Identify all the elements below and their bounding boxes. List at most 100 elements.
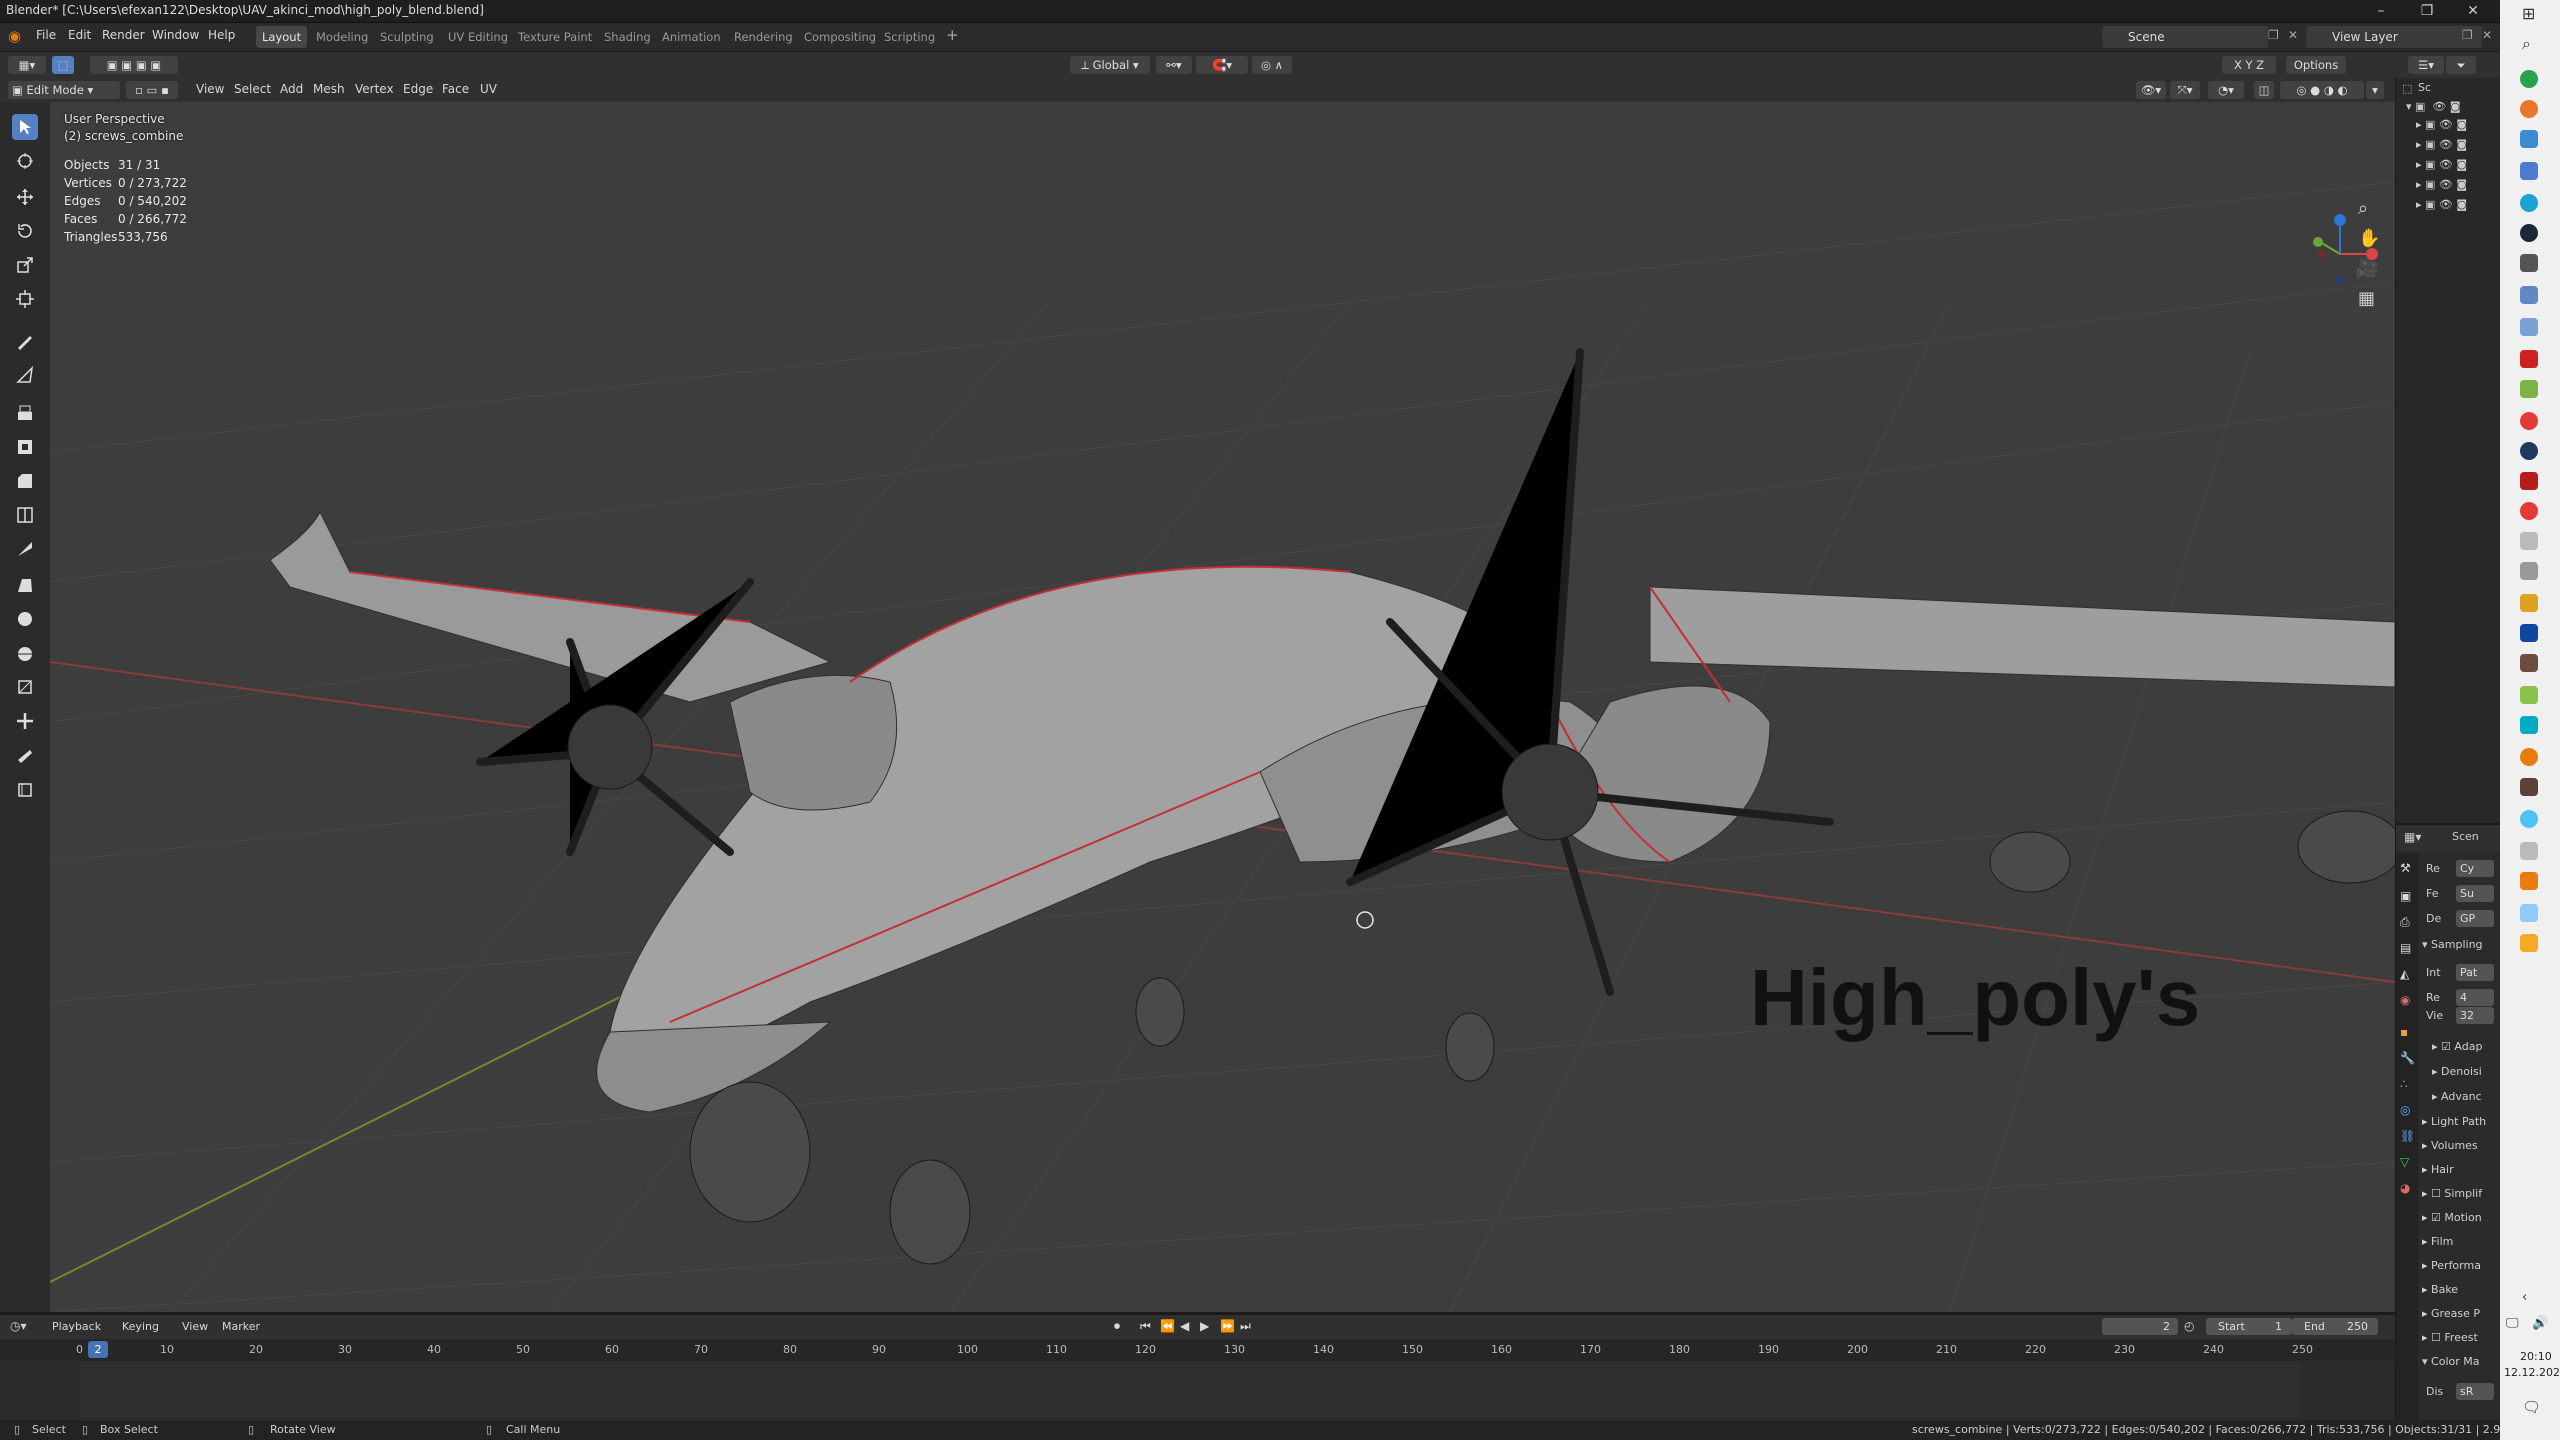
view-layer-tab-icon[interactable]: ▤ — [2400, 941, 2411, 955]
app-icon[interactable] — [2520, 254, 2538, 272]
move-tool[interactable] — [12, 184, 38, 210]
maximize-icon[interactable]: ❐ — [2404, 0, 2450, 22]
app-icon[interactable] — [2520, 872, 2538, 890]
tab-uv-editing[interactable]: UV Editing — [442, 26, 514, 48]
add-workspace-icon[interactable]: + — [946, 26, 959, 44]
device-field[interactable]: GP — [2456, 910, 2494, 927]
sampling-section[interactable]: ▾ Sampling — [2422, 938, 2500, 951]
modifier-tab-icon[interactable]: 🔧 — [2400, 1051, 2415, 1065]
render-samples-field[interactable]: 4 — [2456, 989, 2494, 1006]
motion-blur-section[interactable]: ▸ ☑ Motion — [2422, 1211, 2498, 1224]
tab-sculpting[interactable]: Sculpting — [374, 26, 440, 48]
color-management-section[interactable]: ▾ Color Ma — [2422, 1355, 2498, 1368]
bevel-tool[interactable] — [12, 468, 38, 494]
current-frame-field[interactable]: 2 — [2102, 1318, 2178, 1335]
rip-region-tool[interactable] — [12, 776, 38, 802]
scale-tool[interactable] — [12, 252, 38, 278]
bake-section[interactable]: ▸ Bake — [2422, 1283, 2498, 1296]
visibility-icon[interactable]: 👁▾ — [2136, 81, 2166, 99]
app-icon[interactable] — [2520, 412, 2538, 430]
view-layer-new-icon[interactable]: ❐ — [2462, 28, 2473, 42]
firefox-icon[interactable] — [2520, 100, 2538, 118]
physics-tab-icon[interactable]: ◎ — [2400, 1103, 2410, 1117]
viewport-samples-field[interactable]: 32 — [2456, 1007, 2494, 1024]
output-tab-icon[interactable]: ⎙ — [2400, 915, 2410, 930]
menu-add[interactable]: Add — [280, 82, 303, 96]
annotate-tool[interactable] — [12, 328, 38, 354]
outliner-row[interactable]: ▾ ▣ 👁 ◙ — [2406, 100, 2496, 116]
particles-tab-icon[interactable]: ∴ — [2400, 1077, 2408, 1091]
select-box-tool[interactable] — [12, 114, 38, 140]
photoshop-icon[interactable] — [2520, 624, 2538, 642]
timeline[interactable]: ◷▾ Playback Keying View Marker ⏺ ⏮ ⏪ ◀ ▶… — [0, 1313, 2395, 1422]
monitor-app-icon[interactable] — [2520, 130, 2538, 148]
render-tab-icon[interactable]: ▣ — [2400, 889, 2411, 903]
shading-mode-buttons[interactable]: ◎ ● ◑ ◐ — [2280, 81, 2364, 99]
tab-animation[interactable]: Animation — [656, 26, 727, 48]
outliner[interactable]: ⬚ Sc ▾ ▣ 👁 ◙ ▸ ▣ 👁 ◙ ▸ ▣ 👁 ◙ ▸ ▣ 👁 ◙ ▸ ▣… — [2395, 78, 2501, 823]
rotate-tool[interactable] — [12, 218, 38, 244]
xray-icon[interactable]: ◫ — [2254, 81, 2274, 99]
view-layer-selector[interactable]: View Layer — [2306, 26, 2482, 48]
close-icon[interactable]: ✕ — [2450, 0, 2496, 22]
volume-icon[interactable]: 🔊 — [2532, 1316, 2548, 1331]
frame-ruler[interactable]: 0 10 20 30 40 50 60 70 80 90 100 110 120… — [0, 1339, 2395, 1361]
options-dropdown[interactable]: Options — [2286, 56, 2346, 74]
advanced-item[interactable]: ▸ Advanc — [2432, 1090, 2498, 1103]
menu-vertex[interactable]: Vertex — [355, 82, 394, 96]
jump-start-icon[interactable]: ⏮ — [1140, 1319, 1151, 1334]
extrude-tool[interactable] — [12, 400, 38, 426]
app-icon[interactable] — [2520, 562, 2538, 580]
app-icon[interactable] — [2520, 472, 2538, 490]
windows-start-icon[interactable]: ⊞ — [2522, 4, 2535, 23]
minimize-icon[interactable]: – — [2358, 0, 2404, 22]
menu-view[interactable]: View — [196, 82, 224, 96]
scene-tab-icon[interactable]: ◭ — [2400, 967, 2409, 981]
blender-taskbar-icon[interactable] — [2520, 748, 2538, 766]
transform-orientation[interactable]: ⟂ Global ▾ — [1070, 56, 1150, 74]
menu-playback[interactable]: Playback — [52, 1320, 101, 1333]
denoising-item[interactable]: ▸ Denoisi — [2432, 1065, 2498, 1078]
menu-window[interactable]: Window — [152, 28, 199, 42]
play-icon[interactable]: ▶ — [1200, 1319, 1209, 1333]
mode-selector[interactable]: ▣ Edit Mode ▾ — [8, 81, 120, 99]
outliner-row[interactable]: ▸ ▣ 👁 ◙ — [2416, 118, 2496, 134]
tool-tab-icon[interactable]: ⚒ — [2400, 861, 2411, 875]
simplify-section[interactable]: ▸ ☐ Simplif — [2422, 1187, 2498, 1200]
light-paths-section[interactable]: ▸ Light Path — [2422, 1115, 2498, 1128]
cursor-tool[interactable] — [12, 148, 38, 174]
outliner-row[interactable]: ▸ ▣ 👁 ◙ — [2416, 178, 2496, 194]
menu-select[interactable]: Select — [234, 82, 271, 96]
inset-tool[interactable] — [12, 434, 38, 460]
constraints-tab-icon[interactable]: ⛓ — [2400, 1129, 2415, 1143]
ortho-toggle-icon[interactable]: ▦ — [2358, 288, 2375, 309]
zoom-icon[interactable]: ⌕ — [2358, 198, 2368, 219]
tab-scripting[interactable]: Scripting — [878, 26, 941, 48]
app-icon[interactable] — [2520, 350, 2538, 368]
outliner-filter-icon[interactable]: ⏷ — [2446, 56, 2476, 74]
overlays-icon[interactable]: ◔▾ — [2208, 81, 2244, 99]
knife-tool[interactable] — [12, 536, 38, 562]
tab-layout[interactable]: Layout — [256, 26, 308, 48]
blender-logo-icon[interactable]: ◉ — [8, 27, 21, 45]
editor-type-icon[interactable]: ▦▾ — [8, 56, 46, 74]
start-frame-field[interactable]: Start 1 — [2206, 1318, 2292, 1335]
menu-view[interactable]: View — [182, 1320, 208, 1333]
end-frame-field[interactable]: End 250 — [2292, 1318, 2378, 1335]
spin-tool[interactable] — [12, 606, 38, 632]
preview-range-icon[interactable]: ◴ — [2184, 1319, 2194, 1333]
data-tab-icon[interactable]: ▽ — [2400, 1155, 2409, 1169]
volumes-section[interactable]: ▸ Volumes — [2422, 1139, 2498, 1152]
document-app-icon[interactable] — [2520, 318, 2538, 336]
mirror-axes[interactable]: X Y Z — [2222, 56, 2276, 74]
proportional-edit-icon[interactable]: ◎ ∧ — [1252, 56, 1292, 74]
jump-end-icon[interactable]: ⏭ — [1240, 1319, 1251, 1334]
app-icon[interactable] — [2520, 594, 2538, 612]
steam-icon[interactable] — [2520, 224, 2538, 242]
tab-modeling[interactable]: Modeling — [310, 26, 374, 48]
vertex-edge-face-toggle[interactable]: ▫ ▭ ▪ — [126, 81, 178, 99]
chevron-up-icon[interactable]: ‹ — [2522, 1290, 2527, 1305]
select-tool-icon[interactable]: ⬚ — [52, 56, 74, 74]
gizmo-icon[interactable]: ⤧▾ — [2170, 81, 2200, 99]
object-tab-icon[interactable]: ▪ — [2400, 1025, 2408, 1039]
